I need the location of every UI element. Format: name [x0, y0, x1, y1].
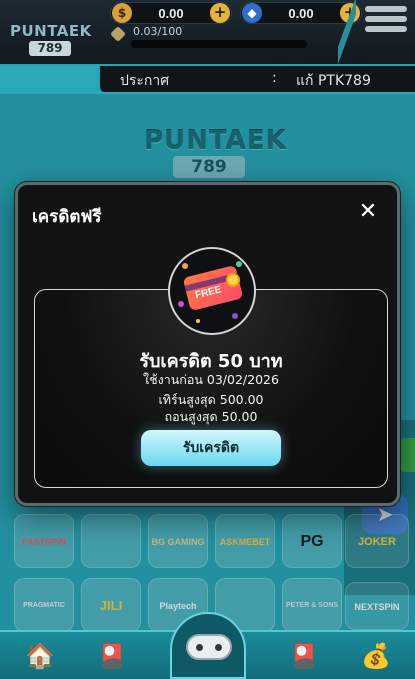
close-icon[interactable]: ✕: [355, 199, 381, 225]
currency-2-value: 0.00: [288, 6, 314, 21]
diamond-icon: ◆: [242, 3, 262, 23]
coin-icon: [226, 273, 240, 287]
announcement-separator: :: [272, 70, 277, 86]
experience-bar: [131, 40, 307, 48]
game-card-icon[interactable]: 🎴: [86, 634, 138, 678]
max-withdraw-text: ถอนสูงสุด 50.00: [164, 409, 258, 424]
free-credit-modal: เครดิตฟรี ✕ รับเครดิต 50 บาท ใช้งานก่อน …: [15, 182, 400, 506]
announcement-text: แก้ PTK789: [296, 73, 371, 89]
experience-text: 0.03/100: [133, 25, 183, 38]
top-bar: PUNTAEK 789 $ 0.00 + ◆ 0.00 + 0.03/100: [0, 0, 415, 66]
rank-icon: [110, 26, 126, 42]
announcement-bar: ประกาศ : แก้ PTK789: [98, 66, 415, 92]
header-logo-number: 789: [29, 41, 71, 56]
header-divider: [338, 0, 356, 66]
experience-row: 0.03/100: [110, 25, 311, 53]
game-card-icon[interactable]: 🎴: [278, 634, 330, 678]
announcement-label: ประกาศ: [120, 73, 170, 89]
currency-balance-1: $ 0.00 +: [110, 2, 232, 24]
modal-title: เครดิตฟรี: [32, 207, 102, 227]
coin-icon: $: [112, 3, 132, 23]
gamepad-icon: [186, 634, 232, 660]
home-icon[interactable]: 🏠: [14, 634, 66, 678]
play-button[interactable]: [170, 612, 246, 679]
money-bag-icon[interactable]: 💰: [350, 634, 402, 678]
header-logo[interactable]: PUNTAEK 789: [10, 22, 92, 58]
header-logo-word: PUNTAEK: [10, 22, 92, 40]
add-currency-1-button[interactable]: +: [210, 3, 230, 23]
use-before-text: ใช้งานก่อน 03/02/2026: [143, 372, 279, 387]
claim-credit-button[interactable]: รับเครดิต: [141, 430, 281, 466]
coupon-card: FREE: [182, 264, 244, 312]
hamburger-menu-icon[interactable]: [365, 6, 407, 40]
free-coupon-icon: FREE: [168, 247, 256, 335]
currency-1-value: 0.00: [158, 6, 184, 21]
